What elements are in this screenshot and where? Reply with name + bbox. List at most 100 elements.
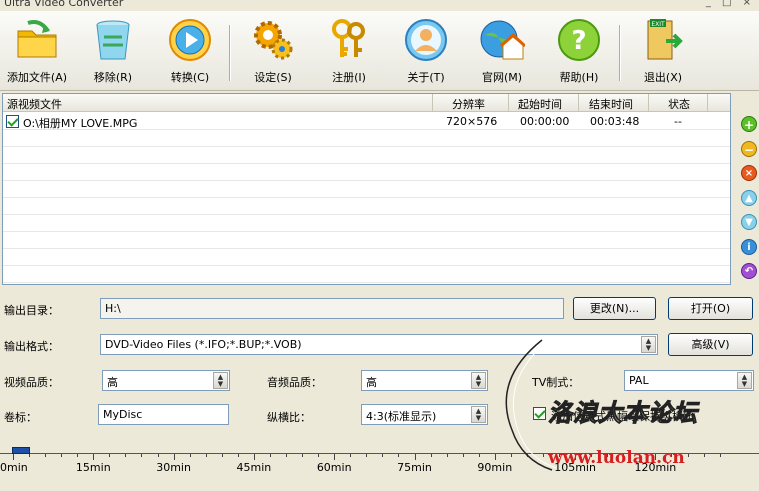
row-resolution: 720×576: [446, 115, 498, 128]
about-label: 关于(T): [407, 71, 445, 84]
minor-tick: [221, 454, 223, 457]
add-file-button[interactable]: 添加文件(A): [2, 17, 72, 91]
major-tick: [334, 454, 336, 460]
volume-field[interactable]: MyDisc: [98, 404, 229, 425]
gears-icon: [254, 21, 293, 60]
remove-button[interactable]: 移除(R): [78, 17, 148, 91]
minor-tick: [141, 454, 143, 457]
chevron-updown-icon[interactable]: ▲ ▼: [213, 372, 228, 389]
row-start: 00:00:00: [520, 115, 570, 128]
chevron-updown-icon[interactable]: ▲ ▼: [737, 372, 752, 389]
audio-quality-value: 高: [366, 376, 377, 389]
register-button[interactable]: 注册(I): [314, 17, 384, 91]
add-icon[interactable]: +: [741, 116, 757, 132]
aspect-ratio-label: 纵横比：: [267, 411, 311, 424]
toolbar-separator: [229, 25, 231, 81]
minor-tick: [462, 454, 464, 457]
exit-button[interactable]: EXIT 退出(X): [628, 17, 698, 91]
chevron-updown-icon[interactable]: ▲ ▼: [641, 336, 656, 353]
minor-tick: [157, 454, 159, 457]
minor-tick: [703, 454, 705, 457]
audio-quality-label: 音频品质：: [267, 376, 322, 389]
folder-add-icon: [17, 20, 57, 58]
row-status: --: [674, 115, 682, 128]
recycle-bin-icon: [96, 20, 130, 60]
window-controls[interactable]: _ □ ×: [706, 0, 755, 8]
major-tick: [93, 454, 95, 460]
minus-icon[interactable]: −: [741, 141, 757, 157]
column-divider: [432, 94, 433, 112]
globe-home-icon: [480, 20, 525, 60]
settings-button[interactable]: 设定(S): [238, 17, 308, 91]
down-icon[interactable]: ▼: [741, 214, 757, 230]
minor-tick: [61, 454, 63, 457]
about-button[interactable]: 关于(T): [391, 17, 461, 91]
major-tick: [253, 454, 255, 460]
minor-tick: [302, 454, 304, 457]
output-dir-label: 输出目录：: [4, 304, 59, 317]
toolbar-separator: [619, 25, 621, 81]
column-header-start[interactable]: 起始时间: [518, 96, 562, 112]
column-divider: [578, 94, 579, 112]
minor-tick: [366, 454, 368, 457]
convert-button[interactable]: 转换(C): [155, 17, 225, 91]
exit-label: 退出(X): [643, 71, 683, 84]
remove-label: 移除(R): [93, 71, 133, 84]
settings-label: 设定(S): [254, 71, 292, 84]
change-dir-button[interactable]: 更改(N)...: [573, 297, 656, 320]
tick-label: 60min: [316, 461, 352, 474]
major-tick: [173, 454, 175, 460]
minor-tick: [237, 454, 239, 457]
column-header-resolution[interactable]: 分辨率: [452, 96, 485, 112]
minor-tick: [45, 454, 47, 457]
tick-label: 15min: [75, 461, 111, 474]
remove-icon[interactable]: ×: [741, 165, 757, 181]
help-button[interactable]: ? 帮助(H): [544, 17, 614, 91]
column-header-status[interactable]: 状态: [668, 96, 690, 112]
add-file-label: 添加文件(A): [6, 71, 68, 84]
convert-label: 转换(C): [170, 71, 210, 84]
aspect-ratio-select[interactable]: 4:3(标准显示) ▲ ▼: [361, 404, 488, 425]
exit-door-icon: EXIT: [647, 19, 683, 60]
minor-tick: [286, 454, 288, 457]
timeline-handle[interactable]: [12, 447, 30, 454]
title-bar: Ultra Video Converter _ □ ×: [0, 0, 759, 11]
file-list-header: 源视频文件 分辨率 起始时间 结束时间 状态: [3, 94, 730, 112]
tv-standard-select[interactable]: PAL ▲ ▼: [624, 370, 754, 391]
minor-tick: [398, 454, 400, 457]
major-tick: [414, 454, 416, 460]
advanced-button[interactable]: 高级(V): [668, 333, 753, 356]
info-icon[interactable]: i: [741, 239, 757, 255]
column-header-source[interactable]: 源视频文件: [7, 96, 62, 112]
volume-label: 卷标：: [4, 411, 37, 424]
column-divider: [508, 94, 509, 112]
tick-label: 75min: [397, 461, 432, 474]
up-icon[interactable]: ▲: [741, 190, 757, 206]
column-divider: [707, 94, 708, 112]
open-dir-button[interactable]: 打开(O): [668, 297, 753, 320]
tick-label: 30min: [156, 461, 191, 474]
row-file: O:\相册MY LOVE.MPG: [23, 117, 138, 130]
minor-tick: [719, 454, 721, 457]
minor-tick: [125, 454, 127, 457]
column-header-end[interactable]: 结束时间: [589, 96, 633, 112]
minor-tick: [430, 454, 432, 457]
video-quality-select[interactable]: 高 ▲ ▼: [102, 370, 230, 391]
svg-text:EXIT: EXIT: [651, 21, 665, 28]
back-icon[interactable]: ↶: [741, 263, 757, 279]
file-list[interactable]: 源视频文件 分辨率 起始时间 结束时间 状态 O:\相册MY LOVE.MPG …: [2, 93, 731, 285]
svg-text:?: ?: [571, 26, 586, 56]
watermark-swirl: [505, 339, 557, 471]
play-icon: [169, 19, 211, 61]
register-label: 注册(I): [332, 71, 366, 84]
row-checkbox[interactable]: [6, 115, 19, 128]
output-dir-field[interactable]: H:\: [100, 298, 564, 319]
minor-tick: [205, 454, 207, 457]
audio-quality-select[interactable]: 高 ▲ ▼: [361, 370, 488, 391]
minor-tick: [77, 454, 79, 457]
minor-tick: [350, 454, 352, 457]
video-quality-label: 视频品质：: [4, 376, 59, 389]
table-row[interactable]: O:\相册MY LOVE.MPG 720×576 00:00:00 00:03:…: [3, 114, 730, 130]
file-list-grid: [3, 113, 730, 284]
website-button[interactable]: 官网(M): [467, 17, 537, 91]
